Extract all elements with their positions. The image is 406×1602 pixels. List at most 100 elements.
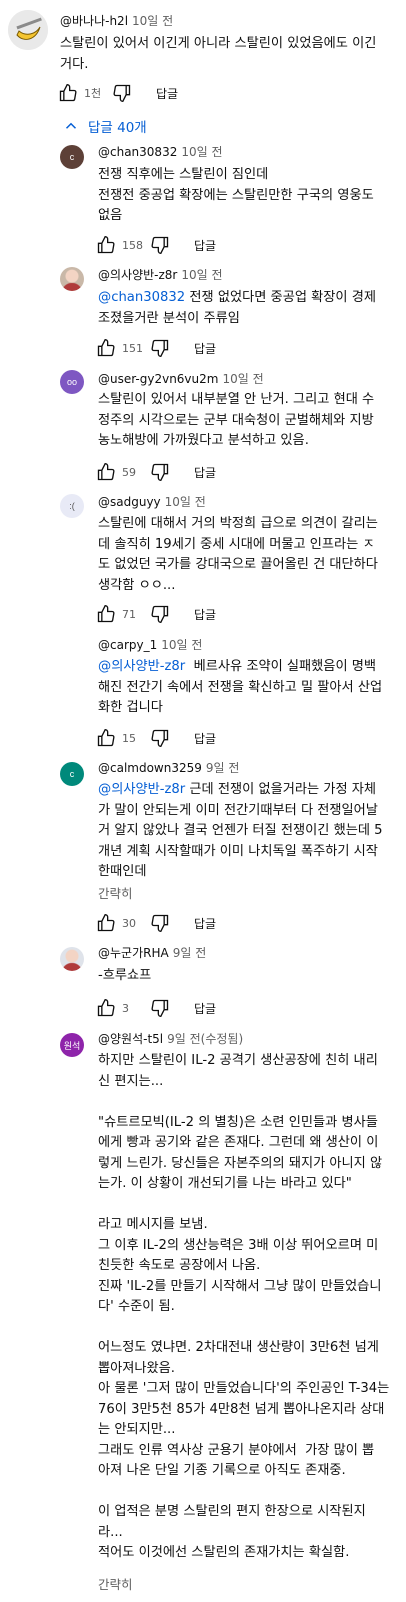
- comment-body: 스탈린이 있어서 내부분열 안 난거. 그리고 현대 수 정주의 시각으로는 군…: [98, 392, 375, 448]
- reply-button[interactable]: 답글: [156, 85, 178, 102]
- like-count: 1천: [84, 87, 102, 100]
- replies-toggle-button[interactable]: 답글 40개: [62, 116, 147, 136]
- timestamp[interactable]: 9일 전(수정됨): [167, 1032, 243, 1046]
- banana-avatar-icon: [8, 10, 48, 50]
- avatar-letter: oo: [66, 377, 77, 387]
- author-name[interactable]: @sadguyy: [98, 495, 161, 509]
- like-count: 3: [122, 1001, 129, 1015]
- reply-button[interactable]: 답글: [194, 464, 216, 481]
- comment-text: 전쟁 직후에는 스탈린이 짐인데 전쟁전 중공업 확장에는 스탈린만한 구국의 …: [98, 165, 402, 227]
- like-button[interactable]: [94, 336, 118, 360]
- dislike-button[interactable]: [148, 996, 172, 1020]
- comment-actions: 158 답글: [94, 233, 216, 257]
- thumbs-down-icon: [151, 236, 169, 255]
- like-button[interactable]: [94, 233, 118, 257]
- dislike-button[interactable]: [148, 233, 172, 257]
- mention-link[interactable]: @의사양반-z8r: [98, 659, 185, 674]
- comment-header: @user-gy2vn6vu2m 10일 전: [98, 370, 264, 388]
- thumbs-down-icon: [151, 605, 169, 624]
- avatar[interactable]: 원석: [60, 1033, 84, 1057]
- like-button[interactable]: [94, 602, 118, 626]
- avatar[interactable]: oo: [60, 370, 84, 394]
- comment-header: @의사양반-z8r 10일 전: [98, 266, 223, 284]
- comment-text: -흐루쇼프: [98, 966, 402, 987]
- thumbs-down-icon: [151, 463, 169, 482]
- photo-avatar-icon: [60, 267, 84, 291]
- timestamp[interactable]: 10일 전: [161, 638, 202, 652]
- avatar[interactable]: [60, 267, 84, 291]
- comment-actions: 59 답글: [94, 460, 216, 484]
- author-name[interactable]: @양원석-t5l: [98, 1032, 163, 1046]
- avatar-letter: c: [69, 152, 75, 162]
- timestamp[interactable]: 10일 전: [165, 495, 206, 509]
- comment-header: @calmdown3259 9일 전: [98, 759, 239, 777]
- dislike-button[interactable]: [148, 336, 172, 360]
- comment-text: @chan30832 전쟁 없었다면 중공업 확장이 경제 조졌을거란 분석이 …: [98, 288, 402, 329]
- author-name[interactable]: @calmdown3259: [98, 761, 202, 775]
- comment-text: 스탈린에 대해서 거의 박정희 급으로 의견이 갈리는 데 솔직히 19세기 중…: [98, 514, 402, 596]
- comment-actions: 30 답글: [94, 911, 216, 935]
- like-button[interactable]: [94, 460, 118, 484]
- avatar-letter: :(: [69, 501, 75, 511]
- reply-button[interactable]: 답글: [194, 915, 216, 932]
- like-button[interactable]: [94, 911, 118, 935]
- comment-header: @누군가RHA 9일 전: [98, 944, 206, 962]
- comment-text: 하지만 스탈린이 IL-2 공격기 생산공장에 친히 내리 신 편지는... "…: [98, 1051, 402, 1564]
- timestamp[interactable]: 9일 전: [206, 761, 240, 775]
- reply-button[interactable]: 답글: [194, 730, 216, 747]
- comment-actions: 151 답글: [94, 336, 216, 360]
- like-count: 71: [122, 607, 136, 621]
- avatar[interactable]: [60, 947, 84, 971]
- dislike-button[interactable]: [148, 602, 172, 626]
- timestamp[interactable]: 10일 전: [132, 14, 173, 28]
- timestamp[interactable]: 10일 전: [181, 145, 222, 159]
- comment-actions: 15 답글: [94, 726, 216, 750]
- dislike-button[interactable]: [148, 911, 172, 935]
- avatar[interactable]: :(: [60, 494, 84, 518]
- author-name[interactable]: @바나나-h2l: [60, 14, 128, 28]
- avatar-letter: 원석: [63, 1040, 81, 1051]
- author-name[interactable]: @user-gy2vn6vu2m: [98, 372, 218, 386]
- thumbs-up-icon: [97, 338, 115, 357]
- author-name[interactable]: @누군가RHA: [98, 946, 169, 960]
- author-name[interactable]: @chan30832: [98, 145, 177, 159]
- avatar[interactable]: c: [60, 762, 84, 786]
- comment-header: @carpy_1 10일 전: [98, 636, 202, 654]
- timestamp[interactable]: 10일 전: [181, 268, 222, 282]
- avatar[interactable]: c: [60, 145, 84, 169]
- comment-body: -흐루쇼프: [98, 968, 152, 983]
- reply-button[interactable]: 답글: [194, 237, 216, 254]
- like-button[interactable]: [94, 996, 118, 1020]
- like-button[interactable]: [56, 81, 80, 105]
- mention-link[interactable]: @의사양반-z8r: [98, 782, 185, 797]
- thumbs-up-icon: [59, 83, 77, 102]
- comment-header: @바나나-h2l 10일 전: [60, 12, 173, 30]
- like-count: 15: [122, 731, 136, 745]
- avatar[interactable]: [8, 10, 48, 50]
- dislike-button[interactable]: [110, 81, 134, 105]
- show-less-button[interactable]: 간략히: [98, 883, 133, 902]
- show-less-button[interactable]: 간략히: [98, 1574, 133, 1593]
- thumbs-down-icon: [113, 84, 131, 103]
- comment-body: 하지만 스탈린이 IL-2 공격기 생산공장에 친히 내리 신 편지는... "…: [98, 1053, 390, 1560]
- reply-button[interactable]: 답글: [194, 1000, 216, 1017]
- mention-link[interactable]: @chan30832: [98, 290, 185, 305]
- comment-text: @의사양반-z8r 근데 전쟁이 없을거라는 가정 자체 가 말이 안되는게 이…: [98, 780, 402, 883]
- dislike-button[interactable]: [148, 726, 172, 750]
- replies-count-label: 답글 40개: [88, 120, 147, 136]
- thumbs-up-icon: [97, 998, 115, 1017]
- comment-body: 스탈린에 대해서 거의 박정희 급으로 의견이 갈리는 데 솔직히 19세기 중…: [98, 516, 378, 593]
- like-button[interactable]: [94, 726, 118, 750]
- comment-body: 전쟁 직후에는 스탈린이 짐인데 전쟁전 중공업 확장에는 스탈린만한 구국의 …: [98, 167, 374, 223]
- chevron-up-icon: [65, 122, 77, 129]
- reply-button[interactable]: 답글: [194, 340, 216, 357]
- thumbs-down-icon: [151, 729, 169, 748]
- author-name[interactable]: @의사양반-z8r: [98, 268, 177, 282]
- author-name[interactable]: @carpy_1: [98, 638, 157, 652]
- thumbs-down-icon: [151, 914, 169, 933]
- comment-actions: 71 답글: [94, 602, 216, 626]
- dislike-button[interactable]: [148, 460, 172, 484]
- timestamp[interactable]: 10일 전: [222, 372, 263, 386]
- reply-button[interactable]: 답글: [194, 606, 216, 623]
- timestamp[interactable]: 9일 전: [173, 946, 207, 960]
